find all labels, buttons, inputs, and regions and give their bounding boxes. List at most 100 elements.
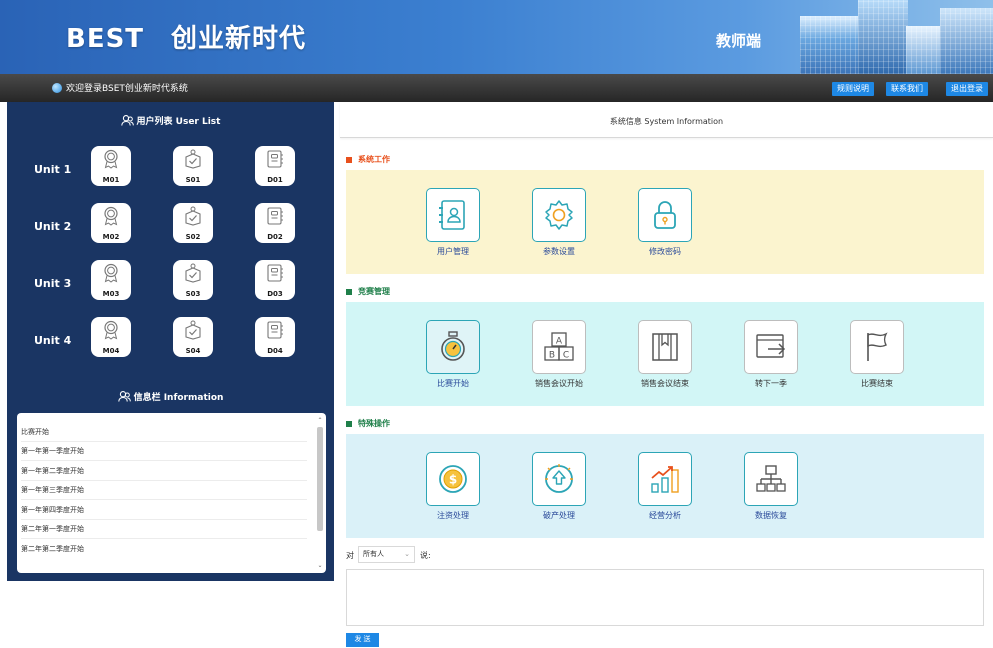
abc-blocks-icon: AB C [544,332,574,361]
info-title: 信息栏 Information [133,393,224,403]
unit-label: Unit 3 [34,277,72,290]
list-item: 第二年第二季度开始 [21,545,84,553]
list-item: 第一年第一季度开始 [21,442,307,461]
user-button-s01[interactable]: S01 [173,146,213,186]
bankruptcy-button[interactable] [532,452,586,506]
contact-book-icon [267,321,283,339]
next-quarter-button[interactable] [744,320,798,374]
award-medal-icon [104,320,118,340]
contact-book-icon [267,150,283,168]
top-bar: 欢迎登录BSET创业新时代系统 规则说明 联系我们 退出登录 [0,74,993,102]
section-system-work: 用户管理 参数设置 修改密码 [346,170,984,274]
dollar-coin-icon: $ [439,465,467,493]
user-button-s02[interactable]: S02 [173,203,213,243]
change-password-button[interactable] [638,188,692,242]
user-code: M04 [102,347,120,355]
scrollbar[interactable]: ⌃ ⌄ [316,417,324,569]
change-password-label[interactable]: 修改密码 [620,246,710,257]
user-code: M02 [102,233,120,241]
user-button-s04[interactable]: S04 [173,317,213,357]
welcome-text: 欢迎登录BSET创业新时代系统 [66,84,188,94]
award-medal-icon [104,263,118,283]
sales-meeting-start-button[interactable]: ABC [532,320,586,374]
scroll-up-icon[interactable]: ⌃ [316,417,324,424]
user-code: D04 [267,347,283,355]
bankruptcy-label[interactable]: 破产处理 [514,510,604,521]
business-analysis-label[interactable]: 经营分析 [620,510,710,521]
user-button-d03[interactable]: D03 [255,260,295,300]
list-item: 比赛开始 [21,423,307,442]
stopwatch-icon [441,331,465,361]
lock-icon [654,201,676,229]
business-analysis-button[interactable] [638,452,692,506]
user-button-m04[interactable]: M04 [91,317,131,357]
user-code: S04 [185,347,201,355]
sales-meeting-end-button[interactable] [638,320,692,374]
scroll-down-icon[interactable]: ⌄ [316,562,324,569]
section-competition: 比赛开始 ABC 销售会议开始 销售会议结束 转下一季 比赛结束 [346,302,984,406]
info-header: 信息栏 Information [7,390,334,405]
svg-text:A: A [556,337,563,347]
list-item: 第二年第一季度开始 [21,520,307,539]
square-bullet-icon [346,288,352,295]
user-code: S02 [185,233,201,241]
list-item: 第一年第四季度开始 [21,501,307,520]
users-icon [120,114,134,129]
next-quarter-label[interactable]: 转下一季 [726,378,816,389]
checklist-icon [185,206,201,226]
start-game-label[interactable]: 比赛开始 [408,378,498,389]
role-label: 教师端 [716,32,762,50]
user-button-m02[interactable]: M02 [91,203,131,243]
info-log[interactable]: 比赛开始 第一年第一季度开始 第一年第二季度开始 第一年第三季度开始 第一年第四… [17,413,326,573]
user-button-d01[interactable]: D01 [255,146,295,186]
sales-meeting-start-label[interactable]: 销售会议开始 [514,378,604,389]
recipient-select[interactable]: 所有人 ⌄ [358,546,415,563]
user-button-m01[interactable]: M01 [91,146,131,186]
user-button-s03[interactable]: S03 [173,260,213,300]
user-code: D02 [267,233,283,241]
user-button-m03[interactable]: M03 [91,260,131,300]
start-game-button[interactable] [426,320,480,374]
gear-icon [545,200,573,230]
user-management-button[interactable] [426,188,480,242]
banner: BEST 创业新时代 教师端 [0,0,993,74]
list-item: 第一年第二季度开始 [21,462,307,481]
sales-meeting-end-label[interactable]: 销售会议结束 [620,378,710,389]
flag-icon [867,332,888,361]
user-button-d02[interactable]: D02 [255,203,295,243]
checklist-icon [185,263,201,283]
user-button-d04[interactable]: D04 [255,317,295,357]
window-arrow-icon [756,334,786,358]
section-title-special: 特殊操作 [346,418,390,429]
capital-injection-button[interactable]: $ [426,452,480,506]
user-code: S01 [185,176,201,184]
user-code: S03 [185,290,201,298]
data-recovery-button[interactable] [744,452,798,506]
chat-say-label: 说: [420,551,431,560]
contact-button[interactable]: 联系我们 [886,82,928,96]
end-game-button[interactable] [850,320,904,374]
system-info-title: 系统信息 System Information [609,117,724,126]
unit-label: Unit 4 [34,334,72,347]
scrollbar-thumb[interactable] [317,427,323,531]
parameter-settings-label[interactable]: 参数设置 [514,246,604,257]
recipient-value: 所有人 [363,550,384,558]
unit-label: Unit 2 [34,220,72,233]
data-recovery-label[interactable]: 数据恢复 [726,510,816,521]
message-input[interactable] [346,569,984,626]
rules-button[interactable]: 规则说明 [832,82,874,96]
section-title-competition: 竞赛管理 [346,286,390,297]
end-game-label[interactable]: 比赛结束 [832,378,922,389]
logout-button[interactable]: 退出登录 [946,82,988,96]
send-button[interactable]: 发 送 [346,633,379,647]
square-bullet-icon [346,420,352,427]
capital-injection-label[interactable]: 注资处理 [408,510,498,521]
user-list-title: 用户列表 User List [136,117,221,127]
user-code: M03 [102,290,120,298]
parameter-settings-button[interactable] [532,188,586,242]
address-book-icon [439,200,465,230]
app-title: BEST 创业新时代 [66,24,307,54]
user-management-label[interactable]: 用户管理 [408,246,498,257]
section-special: $ 注资处理 破产处理 经营分析 数据恢复 [346,434,984,538]
user-code: D03 [267,290,283,298]
